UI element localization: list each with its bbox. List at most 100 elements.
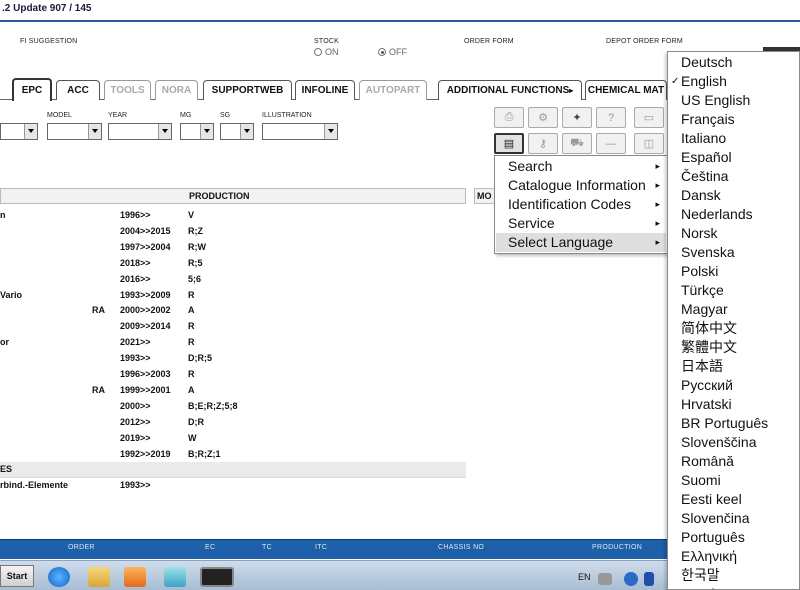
table-row[interactable]: RA 2000>>2002 A (0, 303, 466, 319)
print-icon[interactable]: ⎙ (494, 107, 524, 128)
table-row[interactable]: 2016>> 5;6 (0, 272, 466, 288)
filter-select[interactable] (0, 123, 38, 140)
language-option[interactable]: Norsk (668, 224, 799, 243)
language-option[interactable]: Nederlands (668, 205, 799, 224)
filter-select[interactable] (262, 123, 338, 140)
menu-item-catalogue-information[interactable]: Catalogue Information ▸ (496, 176, 666, 195)
cell-years: 2000>>2002 (120, 305, 171, 316)
order-form-label: ORDER FORM (464, 38, 514, 45)
network-icon[interactable] (624, 572, 638, 586)
language-option[interactable]: Deutsch (668, 53, 799, 72)
menu-item-search[interactable]: Search ▸ (496, 157, 666, 176)
filter-label: MG (180, 112, 192, 119)
table-row[interactable]: 1993>> D;R;5 (0, 351, 466, 367)
language-option[interactable]: Français (668, 110, 799, 129)
language-option[interactable]: Русский (668, 376, 799, 395)
language-option[interactable]: 简体中文 (668, 319, 799, 338)
cell-production: A (188, 305, 195, 316)
filter-select-value (1, 129, 3, 139)
language-option[interactable]: Slovenčina (668, 509, 799, 528)
map-icon[interactable]: ✦ (562, 107, 592, 128)
tab-acc[interactable]: ACC (56, 80, 100, 100)
language-option[interactable]: Suomi (668, 471, 799, 490)
cell-years: 1993>> (120, 480, 151, 491)
language-option[interactable]: فارسی (668, 585, 799, 589)
language-option[interactable]: 繁體中文 (668, 338, 799, 357)
language-option-label: Italiano (681, 130, 727, 146)
media-player-icon[interactable] (124, 567, 146, 587)
keyboard-icon[interactable] (598, 573, 612, 585)
start-button[interactable]: Start (0, 565, 34, 587)
language-option-label: Español (681, 149, 732, 165)
split-icon[interactable]: ◫ (634, 133, 664, 154)
tab-chemical-mat[interactable]: CHEMICAL MAT (585, 80, 667, 100)
menu-icon[interactable]: ▤ (494, 133, 524, 154)
help-icon[interactable]: ? (596, 107, 626, 128)
language-option[interactable]: Română (668, 452, 799, 471)
table-row[interactable]: 1996>>2003 R (0, 367, 466, 383)
filter-select[interactable] (47, 123, 102, 140)
table-row[interactable]: 2004>>2015 R;Z (0, 224, 466, 240)
group-row[interactable]: ES (0, 462, 466, 479)
language-option[interactable]: Hrvatski (668, 395, 799, 414)
menu-item-identification-codes[interactable]: Identification Codes ▸ (496, 195, 666, 214)
language-option[interactable]: Português (668, 528, 799, 547)
tab-infoline[interactable]: INFOLINE (295, 80, 355, 100)
language-option[interactable]: Türkçe (668, 281, 799, 300)
tab-epc[interactable]: EPC (12, 78, 52, 101)
key-icon[interactable]: ⚷ (528, 133, 558, 154)
table-row[interactable]: rbind.-Elemente 1993>> (0, 478, 466, 494)
language-option[interactable]: US English (668, 91, 799, 110)
table-row[interactable]: 2009>>2014 R (0, 319, 466, 335)
internet-explorer-icon[interactable] (48, 567, 70, 587)
table-row[interactable]: RA 1999>>2001 A (0, 383, 466, 399)
language-option[interactable]: Ελληνική (668, 547, 799, 566)
chevron-down-icon (88, 124, 101, 139)
language-option[interactable]: BR Português (668, 414, 799, 433)
stock-on-radio[interactable]: ON (314, 47, 339, 57)
tab-supportweb[interactable]: SUPPORTWEB (203, 80, 292, 100)
language-option[interactable]: Polski (668, 262, 799, 281)
app-icon[interactable] (164, 567, 186, 587)
table-row[interactable]: or 2021>> R (0, 335, 466, 351)
language-option[interactable]: Español (668, 148, 799, 167)
input-language-indicator[interactable]: EN (578, 572, 591, 582)
vehicle-icon[interactable]: ⛟ (562, 133, 592, 154)
language-option[interactable]: Slovenščina (668, 433, 799, 452)
cell-production: D;R (188, 416, 204, 427)
language-option[interactable]: 한국말 (668, 566, 799, 585)
filter-select[interactable] (220, 123, 254, 140)
stock-label: STOCK (314, 38, 339, 45)
language-option[interactable]: Eesti keel (668, 490, 799, 509)
filter-select[interactable] (180, 123, 214, 140)
status-ec-label: EC (205, 544, 216, 551)
language-option[interactable]: ✓ English (668, 72, 799, 91)
menu-item-service[interactable]: Service ▸ (496, 214, 666, 233)
language-option[interactable]: Magyar (668, 300, 799, 319)
minus-icon[interactable]: — (596, 133, 626, 154)
folder-icon[interactable] (88, 567, 110, 587)
table-row[interactable]: 2000>> B;E;R;Z;5;8 (0, 399, 466, 415)
checkmark-icon: ✓ (671, 76, 680, 87)
epc-app-icon[interactable] (200, 567, 234, 587)
table-row[interactable]: 2019>> W (0, 431, 466, 447)
window-icon[interactable]: ▭ (634, 107, 664, 128)
table-row[interactable]: 2018>> R;5 (0, 256, 466, 272)
table-row[interactable]: Vario 1993>>2009 R (0, 288, 466, 304)
table-row[interactable]: n 1996>> V (0, 208, 466, 224)
language-option[interactable]: Italiano (668, 129, 799, 148)
filter-select[interactable] (108, 123, 172, 140)
table-row[interactable]: 2012>> D;R (0, 415, 466, 431)
bluetooth-icon[interactable] (644, 572, 654, 586)
stock-off-radio[interactable]: OFF (378, 47, 407, 57)
language-option[interactable]: Svenska (668, 243, 799, 262)
tab-additional-functions[interactable]: ADDITIONAL FUNCTIONS ▸ (438, 80, 582, 100)
cell-years: 1993>> (120, 353, 151, 364)
parts-icon[interactable]: ⚙ (528, 107, 558, 128)
table-row[interactable]: 1992>>2019 B;R;Z;1 (0, 447, 466, 463)
language-option[interactable]: Dansk (668, 186, 799, 205)
language-option[interactable]: 日本語 (668, 357, 799, 376)
table-row[interactable]: 1997>>2004 R;W (0, 240, 466, 256)
menu-item-select-language[interactable]: Select Language ▸ (496, 233, 666, 252)
language-option[interactable]: Čeština (668, 167, 799, 186)
